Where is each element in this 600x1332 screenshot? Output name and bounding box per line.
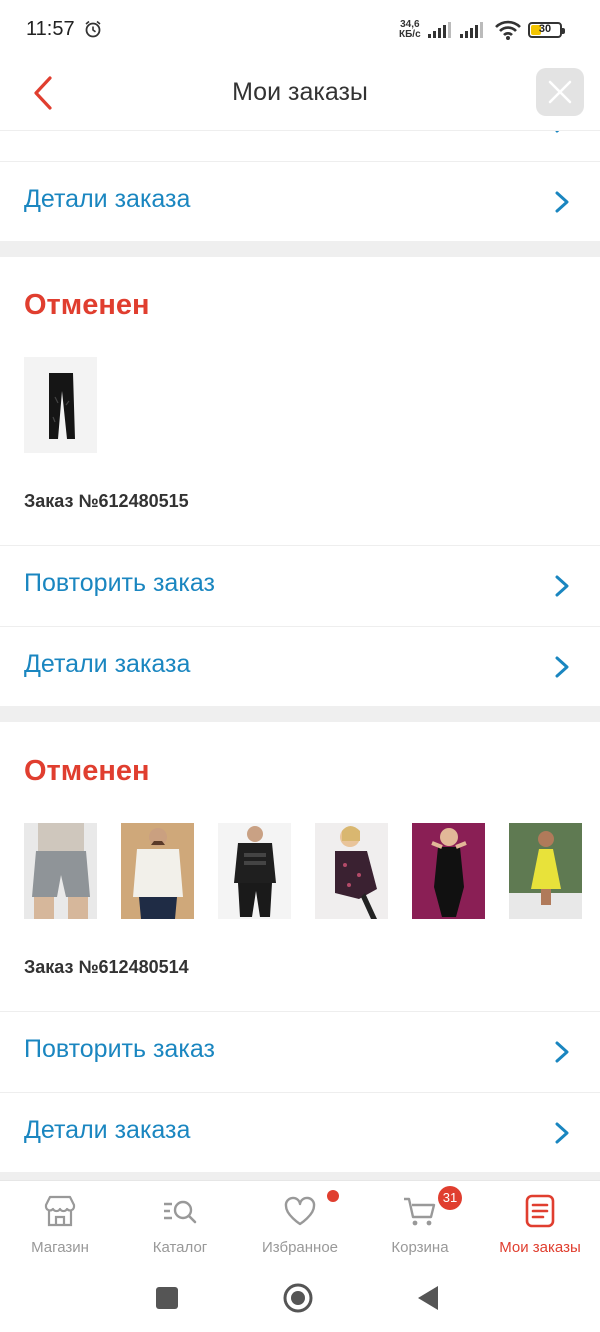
nav-item-store[interactable]: Магазин — [0, 1181, 120, 1269]
nav-item-my-orders[interactable]: Мои заказы — [480, 1181, 600, 1269]
signal-icon — [460, 21, 486, 44]
orders-icon — [525, 1194, 555, 1228]
product-thumbnail[interactable] — [121, 823, 194, 919]
nav-label: Магазин — [31, 1239, 89, 1256]
order-details-row[interactable]: Детали заказа — [0, 626, 600, 706]
network-speed-unit: КБ/с — [399, 29, 421, 40]
recent-apps-icon[interactable] — [155, 1286, 179, 1310]
product-thumbnail[interactable] — [509, 823, 582, 919]
chevron-right-icon — [555, 1041, 569, 1063]
store-icon — [44, 1195, 76, 1227]
order-details-row[interactable]: Детали заказа — [0, 1092, 600, 1172]
nav-item-cart[interactable]: Корзина — [360, 1181, 480, 1269]
chevron-right-icon — [555, 131, 560, 133]
product-thumbnail[interactable] — [24, 357, 97, 453]
nav-label: Каталог — [152, 1239, 208, 1256]
chevron-right-icon — [555, 191, 569, 213]
section-divider — [0, 241, 600, 257]
close-button[interactable] — [536, 68, 584, 116]
app-header: Мои заказы — [0, 60, 600, 131]
close-icon — [548, 80, 572, 104]
order-details-label: Детали заказа — [24, 1116, 191, 1144]
order-number: Заказ №612480515 — [24, 491, 189, 511]
repeat-order-row[interactable]: Повторить заказ — [0, 545, 600, 625]
product-thumbnail[interactable] — [218, 823, 291, 919]
nav-item-favorites[interactable]: Избранное — [240, 1181, 360, 1269]
section-divider — [0, 706, 600, 722]
signal-icon — [428, 21, 454, 44]
favorites-notification-dot — [327, 1190, 339, 1202]
home-button-icon[interactable] — [282, 1282, 314, 1314]
repeat-order-row[interactable]: Повторить заказ — [0, 1011, 600, 1091]
orders-list: Детали заказа Отменен Заказ №612480515 П… — [0, 131, 600, 1180]
catalog-search-icon — [164, 1200, 197, 1224]
battery-level: 30 — [538, 23, 552, 35]
order-status: Отменен — [24, 289, 150, 321]
heart-icon — [284, 1196, 316, 1226]
cart-count-badge: 31 — [438, 1186, 462, 1210]
section-divider — [0, 1172, 600, 1180]
cart-icon — [404, 1197, 436, 1226]
nav-label: Мои заказы — [499, 1239, 581, 1256]
status-bar: 11:57 34,6 КБ/с 30 — [0, 0, 600, 60]
back-triangle-icon[interactable] — [416, 1285, 440, 1311]
product-thumbnail[interactable] — [315, 823, 388, 919]
page-title: Мои заказы — [232, 78, 368, 106]
chevron-right-icon — [555, 656, 569, 678]
battery-icon: 30 — [528, 22, 565, 38]
chevron-right-icon — [555, 575, 569, 597]
repeat-order-label: Повторить заказ — [24, 569, 215, 597]
system-navigation-bar — [0, 1268, 600, 1332]
alarm-icon — [84, 20, 102, 43]
order-action-row[interactable] — [0, 131, 600, 161]
nav-label: Корзина — [391, 1239, 449, 1256]
chevron-right-icon — [555, 1122, 569, 1144]
order-details-label: Детали заказа — [24, 185, 191, 213]
order-details-row[interactable]: Детали заказа — [0, 161, 600, 241]
nav-label: Избранное — [261, 1239, 339, 1256]
product-thumbnail[interactable] — [412, 823, 485, 919]
order-number: Заказ №612480514 — [24, 957, 189, 977]
wifi-icon — [494, 19, 522, 46]
network-speed: 34,6 КБ/с — [399, 20, 421, 40]
nav-item-catalog[interactable]: Каталог — [120, 1181, 240, 1269]
order-details-label: Детали заказа — [24, 650, 191, 678]
bottom-nav: Магазин Каталог Избранное Корзина Мои за… — [0, 1180, 600, 1269]
clock: 11:57 — [26, 18, 75, 40]
product-thumbnail[interactable] — [24, 823, 97, 919]
order-status: Отменен — [24, 755, 150, 787]
repeat-order-label: Повторить заказ — [24, 1035, 215, 1063]
